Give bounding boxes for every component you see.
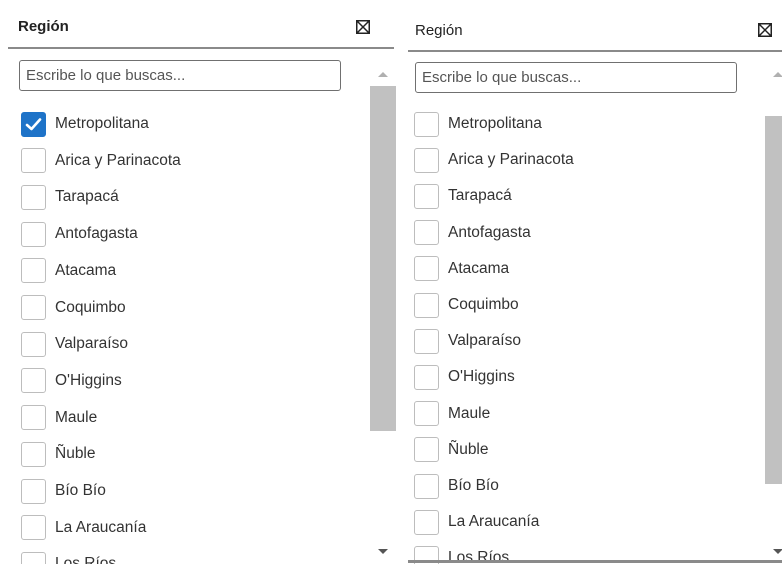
checkbox[interactable] (21, 478, 46, 504)
checkbox[interactable] (414, 292, 439, 318)
option-row[interactable]: Coquimbo (21, 293, 126, 323)
checkbox[interactable] (414, 220, 439, 246)
search-input[interactable] (19, 60, 341, 91)
checkbox[interactable] (414, 256, 439, 282)
checkbox[interactable] (21, 405, 46, 431)
option-label: Valparaíso (55, 335, 128, 353)
option-row[interactable]: Atacama (21, 256, 116, 286)
region-filter-panel-right: Región Metropolitana Arica y Parinacota Ta… (400, 0, 782, 564)
option-row[interactable]: Valparaíso (414, 326, 521, 356)
option-label: Ñuble (55, 445, 96, 463)
checkbox[interactable] (21, 111, 46, 137)
checkbox[interactable] (21, 368, 46, 394)
checkbox[interactable] (414, 473, 439, 499)
option-row[interactable]: Arica y Parinacota (21, 146, 181, 176)
option-label: Atacama (448, 259, 510, 277)
option-label: Maule (448, 404, 491, 422)
checkbox[interactable] (414, 364, 439, 390)
option-label: O'Higgins (55, 371, 122, 389)
option-label: O'Higgins (448, 368, 515, 386)
option-row[interactable]: Ñuble (21, 439, 96, 469)
bottom-divider (408, 560, 782, 563)
close-icon[interactable] (758, 23, 772, 37)
option-label: La Araucanía (55, 518, 147, 536)
option-row[interactable]: O'Higgins (21, 366, 122, 396)
option-label: Arica y Parinacota (55, 151, 181, 169)
checkbox[interactable] (414, 111, 439, 137)
panel-title: Región (18, 18, 69, 35)
checkbox[interactable] (21, 331, 46, 357)
option-row[interactable]: Metropolitana (414, 109, 542, 139)
option-row[interactable]: Coquimbo (414, 290, 519, 320)
scroll-up-arrow-icon[interactable] (369, 64, 397, 84)
option-label: Ñuble (448, 440, 489, 458)
checkbox[interactable] (21, 295, 46, 320)
option-label: Metropolitana (55, 115, 149, 132)
checkbox[interactable] (21, 441, 46, 467)
option-label: Antofagasta (448, 223, 531, 241)
option-row[interactable]: Tarapacá (21, 182, 119, 212)
option-label: Bío Bío (448, 477, 499, 494)
option-row[interactable]: O'Higgins (414, 362, 515, 392)
scroll-thumb[interactable] (765, 116, 782, 484)
option-row[interactable]: Ñuble (414, 435, 489, 465)
option-label: Antofagasta (55, 225, 138, 243)
checkbox[interactable] (21, 551, 46, 564)
option-label: Coquimbo (55, 298, 126, 316)
option-row[interactable]: Arica y Parinacota (414, 145, 574, 175)
option-label: Atacama (55, 261, 117, 279)
checkbox[interactable] (414, 509, 439, 535)
scroll-up-arrow-icon[interactable] (764, 64, 782, 84)
option-row[interactable]: La Araucanía (21, 513, 146, 543)
option-label: Valparaíso (448, 332, 521, 350)
option-label: Los Ríos (55, 555, 117, 564)
option-row[interactable]: Antofagasta (414, 218, 531, 248)
checkbox[interactable] (21, 148, 46, 174)
option-row[interactable]: Maule (21, 403, 97, 433)
option-label: Metropolitana (448, 115, 542, 132)
scroll-down-arrow-icon[interactable] (764, 542, 782, 562)
checkbox[interactable] (21, 221, 46, 247)
checkbox[interactable] (414, 437, 439, 463)
checkbox[interactable] (21, 258, 46, 284)
option-row[interactable]: Antofagasta (21, 219, 138, 249)
checkbox[interactable] (414, 183, 439, 209)
scrollbar[interactable] (369, 58, 397, 564)
option-label: Tarapacá (55, 188, 119, 206)
option-row[interactable]: Los Ríos (21, 549, 116, 564)
checkbox[interactable] (414, 328, 439, 354)
checkbox[interactable] (414, 401, 439, 427)
option-row[interactable]: Valparaíso (21, 329, 128, 359)
search-input[interactable] (415, 62, 737, 93)
option-row[interactable]: Tarapacá (414, 181, 512, 211)
option-label: Maule (55, 408, 98, 426)
close-icon[interactable] (356, 20, 370, 34)
option-label: La Araucanía (448, 513, 540, 531)
checkbox[interactable] (414, 147, 439, 173)
panel-title: Región (415, 22, 463, 39)
checkmark-icon (25, 117, 42, 130)
checkbox[interactable] (21, 184, 46, 210)
option-row[interactable]: Atacama (414, 254, 509, 284)
panel-header: Región (400, 0, 782, 52)
option-label: Arica y Parinacota (448, 151, 574, 169)
option-label: Coquimbo (448, 296, 519, 313)
scrollbar[interactable] (764, 58, 782, 564)
option-label: Tarapacá (448, 187, 512, 205)
option-label: Bío Bío (55, 482, 106, 499)
option-row[interactable]: Bío Bío (414, 471, 499, 501)
option-row[interactable]: Metropolitana (21, 109, 149, 139)
scroll-down-arrow-icon[interactable] (369, 542, 397, 562)
option-row[interactable]: La Araucanía (414, 507, 539, 537)
panel-header: Región (0, 0, 400, 50)
scroll-thumb[interactable] (370, 86, 396, 431)
header-divider (408, 50, 782, 52)
checkbox[interactable] (21, 515, 46, 541)
region-filter-panel-left: Región Metropolitana Arica y Parinacota Ta… (0, 0, 400, 564)
option-row[interactable]: Bío Bío (21, 476, 106, 506)
header-divider (8, 47, 394, 49)
option-row[interactable]: Maule (414, 399, 490, 429)
